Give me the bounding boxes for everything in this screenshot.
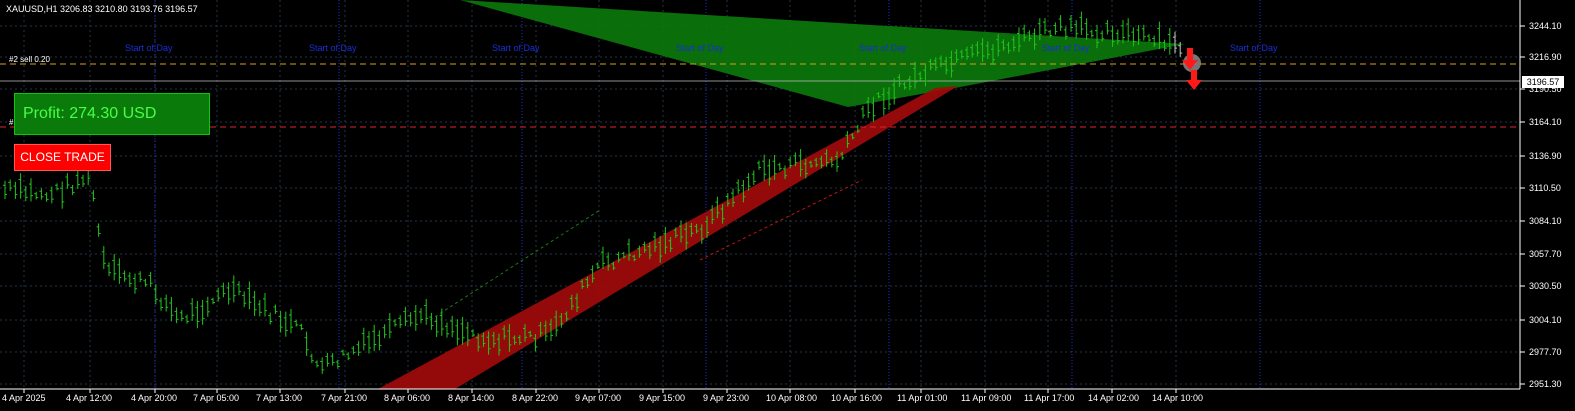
time-tick-label: 14 Apr 10:00 <box>1152 393 1204 403</box>
time-tick-label: 4 Apr 12:00 <box>66 393 113 403</box>
start-of-day-label: Start of Day <box>125 43 173 53</box>
time-tick-label: 11 Apr 09:00 <box>961 393 1012 403</box>
price-tick-label: 3110.50 <box>1529 183 1561 193</box>
time-tick-label: 10 Apr 16:00 <box>831 393 883 403</box>
time-tick-label: 8 Apr 06:00 <box>384 393 431 403</box>
time-tick-label: 11 Apr 17:00 <box>1024 393 1075 403</box>
price-tick-label: 3216.90 <box>1529 52 1562 62</box>
time-tick-label: 8 Apr 22:00 <box>512 393 559 403</box>
time-tick-label: 14 Apr 02:00 <box>1088 393 1140 403</box>
time-tick-label: 7 Apr 05:00 <box>193 393 240 403</box>
symbol-header: XAUUSD,H1 3206.83 3210.80 3193.76 3196.5… <box>6 4 198 14</box>
start-of-day-label: Start of Day <box>859 43 907 53</box>
price-tick-label: 3164.10 <box>1529 117 1562 127</box>
price-tick-label: 3004.10 <box>1529 315 1562 325</box>
start-of-day-label: Start of Day <box>676 43 724 53</box>
price-tick-label: 3190.50 <box>1529 84 1562 94</box>
price-tick-label: 3136.90 <box>1529 151 1562 161</box>
price-tick-label: 3030.50 <box>1529 281 1562 291</box>
time-tick-label: 7 Apr 13:00 <box>256 393 303 403</box>
start-of-day-label: Start of Day <box>492 43 540 53</box>
start-of-day-label: Start of Day <box>309 43 357 53</box>
price-tick-label: 2951.30 <box>1529 379 1562 389</box>
time-tick-label: 9 Apr 15:00 <box>639 393 686 403</box>
price-tick-label: 2977.70 <box>1529 347 1562 357</box>
time-tick-label: 8 Apr 14:00 <box>448 393 495 403</box>
time-tick-label: 4 Apr 2025 <box>2 393 46 403</box>
time-tick-label: 10 Apr 08:00 <box>766 393 818 403</box>
time-tick-label: 7 Apr 21:00 <box>321 393 368 403</box>
time-tick-label: 4 Apr 20:00 <box>131 393 178 403</box>
sell-order-tag: #2 sell 0.20 <box>9 55 50 64</box>
profit-panel: Profit: 274.30 USD <box>14 93 210 135</box>
price-tick-label: 3057.70 <box>1529 249 1562 259</box>
price-tick-label: 3084.10 <box>1529 216 1562 226</box>
start-of-day-label: Start of Day <box>1230 43 1278 53</box>
time-tick-label: 11 Apr 01:00 <box>897 393 948 403</box>
start-of-day-label: Start of Day <box>1042 43 1090 53</box>
price-chart[interactable] <box>0 0 1575 411</box>
close-trade-button[interactable]: CLOSE TRADE <box>14 144 111 171</box>
time-tick-label: 9 Apr 07:00 <box>575 393 622 403</box>
price-tick-label: 3244.10 <box>1529 21 1562 31</box>
time-tick-label: 9 Apr 23:00 <box>703 393 750 403</box>
